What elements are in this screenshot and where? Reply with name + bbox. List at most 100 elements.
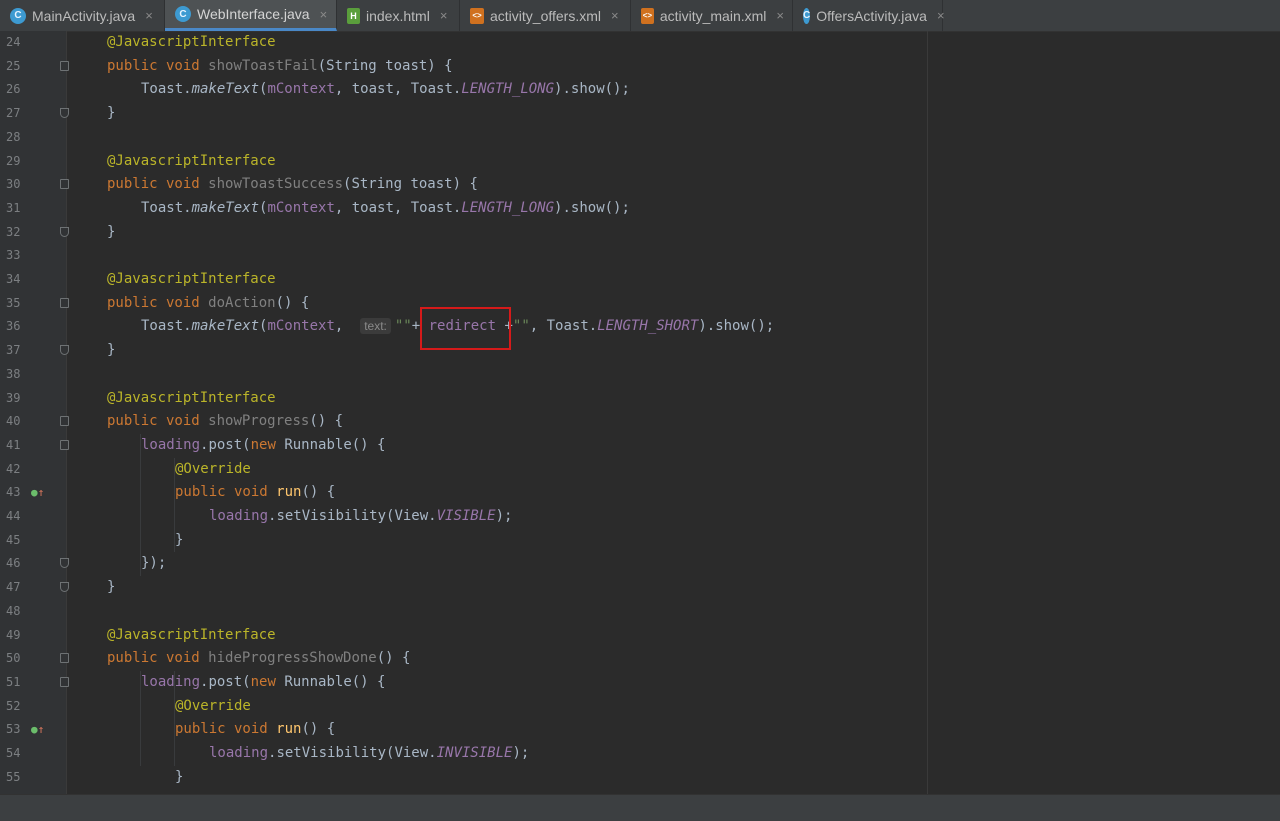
- code-token: }: [175, 531, 184, 548]
- code-token: ).show();: [554, 199, 630, 216]
- fold-end-icon[interactable]: [60, 108, 69, 119]
- code-line[interactable]: 39 @JavascriptInterface: [0, 387, 1280, 411]
- indent-guide: [140, 670, 141, 766]
- code-line[interactable]: 27}: [0, 102, 1280, 126]
- code-token: public void: [175, 484, 277, 501]
- line-number: 51: [6, 674, 21, 689]
- code-token: @JavascriptInterface: [107, 152, 276, 169]
- code-token: loading: [209, 508, 269, 524]
- code-line[interactable]: 26 Toast.makeText(mContext, toast, Toast.…: [0, 78, 1280, 102]
- code-line[interactable]: 52 @Override: [0, 695, 1280, 719]
- code-token: LENGTH_LONG: [461, 199, 555, 216]
- close-icon[interactable]: ×: [145, 8, 153, 23]
- code-line[interactable]: 46});: [0, 552, 1280, 576]
- code-line[interactable]: 44 loading.setVisibility(View.VISIBLE);: [0, 505, 1280, 529]
- tab-activity-offers-xml[interactable]: <> activity_offers.xml ×: [460, 0, 631, 31]
- close-icon[interactable]: ×: [776, 8, 784, 23]
- fold-end-icon[interactable]: [60, 345, 69, 356]
- code-line[interactable]: 36 Toast.makeText(mContext, text: ""+ redi…: [0, 315, 1280, 339]
- fold-end-icon[interactable]: [60, 582, 69, 593]
- code-line[interactable]: 55}: [0, 766, 1280, 790]
- code-token: mContext: [267, 81, 335, 98]
- fold-open-icon[interactable]: [60, 179, 69, 190]
- tab-mainactivity-java[interactable]: C MainActivity.java ×: [0, 0, 165, 31]
- line-number: 25: [6, 58, 21, 73]
- code-line[interactable]: 29 @JavascriptInterface: [0, 150, 1280, 174]
- code-line[interactable]: 32}: [0, 221, 1280, 245]
- code-token: @JavascriptInterface: [107, 271, 276, 287]
- code-text: public void showToastFail(String toast) …: [107, 55, 453, 79]
- code-token: public void: [107, 294, 209, 311]
- code-token: "": [394, 318, 412, 335]
- code-token: () {: [301, 721, 336, 738]
- code-token: () {: [309, 413, 344, 430]
- line-number: 55: [6, 769, 21, 784]
- line-number: 36: [6, 319, 21, 334]
- fold-open-icon[interactable]: [60, 439, 69, 450]
- fold-open-icon[interactable]: [60, 676, 69, 687]
- tab-index-html[interactable]: Hindex.html ×: [337, 0, 460, 31]
- code-editor[interactable]: 24 @JavascriptInterface 25 public void show…: [0, 31, 1280, 794]
- fold-open-icon[interactable]: [60, 297, 69, 308]
- code-line[interactable]: 54 loading.setVisibility(View.INVISIBLE);: [0, 742, 1280, 766]
- close-icon[interactable]: ×: [440, 8, 448, 23]
- code-token: (String toast) {: [343, 176, 478, 193]
- code-text: public void showToastSuccess(String toas…: [107, 173, 478, 197]
- code-line[interactable]: 50 public void hideProgressShowDone() {: [0, 647, 1280, 671]
- fold-end-icon[interactable]: [60, 558, 69, 569]
- close-icon[interactable]: ×: [937, 8, 945, 23]
- override-method-icon[interactable]: ●↑: [31, 723, 44, 737]
- code-line[interactable]: 28: [0, 126, 1280, 150]
- code-token: () {: [301, 484, 336, 501]
- tab-label: activity_main.xml: [659, 7, 767, 24]
- close-icon[interactable]: ×: [320, 7, 328, 22]
- code-line[interactable]: 48: [0, 600, 1280, 624]
- code-line[interactable]: 51 loading.post(new Runnable() {: [0, 671, 1280, 695]
- code-line[interactable]: 38: [0, 363, 1280, 387]
- code-token: new: [250, 673, 285, 690]
- override-method-icon[interactable]: ●↑: [31, 486, 44, 500]
- line-number: 46: [6, 556, 21, 571]
- code-token: () {: [376, 650, 411, 667]
- code-line[interactable]: 37}: [0, 339, 1280, 363]
- code-line[interactable]: 24 @JavascriptInterface: [0, 31, 1280, 55]
- fold-end-icon[interactable]: [60, 226, 69, 237]
- code-line[interactable]: 41 loading.post(new Runnable() {: [0, 434, 1280, 458]
- code-token: Toast.: [141, 199, 192, 216]
- code-token: );: [495, 508, 513, 524]
- code-token: run: [276, 721, 302, 738]
- code-text: @JavascriptInterface: [107, 268, 276, 292]
- code-line[interactable]: 35 public void doAction() {: [0, 292, 1280, 316]
- code-token: public void: [107, 57, 209, 74]
- tab-webinterface-java[interactable]: C WebInterface.java ×: [165, 0, 337, 31]
- java-class-icon: C: [175, 6, 191, 22]
- code-token: INVISIBLE: [436, 745, 513, 761]
- code-line[interactable]: 42 @Override: [0, 458, 1280, 482]
- code-line[interactable]: 47}: [0, 576, 1280, 600]
- code-line[interactable]: 33: [0, 244, 1280, 268]
- code-line[interactable]: 43 ●↑ public void run() {: [0, 481, 1280, 505]
- fold-open-icon[interactable]: [60, 60, 69, 71]
- line-number: 29: [6, 153, 21, 168]
- fold-open-icon[interactable]: [60, 653, 69, 664]
- code-token: , toast, Toast.: [334, 81, 462, 98]
- close-icon[interactable]: ×: [611, 8, 619, 23]
- java-class-icon: C: [10, 7, 26, 24]
- code-line[interactable]: 45}: [0, 529, 1280, 553]
- code-line[interactable]: 49 @JavascriptInterface: [0, 624, 1280, 648]
- code-line[interactable]: 34 @JavascriptInterface: [0, 268, 1280, 292]
- code-line[interactable]: 40 public void showProgress() {: [0, 410, 1280, 434]
- tab-offersactivity-java[interactable]: C OffersActivity.java ×: [793, 0, 945, 31]
- code-line[interactable]: 30 public void showToastSuccess(String to…: [0, 173, 1280, 197]
- code-token: @Override: [175, 697, 251, 714]
- fold-open-icon[interactable]: [60, 416, 69, 427]
- tab-label: WebInterface.java: [197, 6, 310, 22]
- tab-activity-main-xml[interactable]: <> activity_main.xml ×: [631, 0, 793, 31]
- line-number: 52: [6, 698, 21, 713]
- line-number: 43: [6, 485, 21, 500]
- line-number: 34: [6, 272, 21, 286]
- code-line[interactable]: 31 Toast.makeText(mContext, toast, Toast.…: [0, 197, 1280, 221]
- code-line[interactable]: 53 ●↑ public void run() {: [0, 718, 1280, 742]
- code-text: loading.setVisibility(View.VISIBLE);: [209, 505, 512, 529]
- code-line[interactable]: 25 public void showToastFail(String toast…: [0, 55, 1280, 79]
